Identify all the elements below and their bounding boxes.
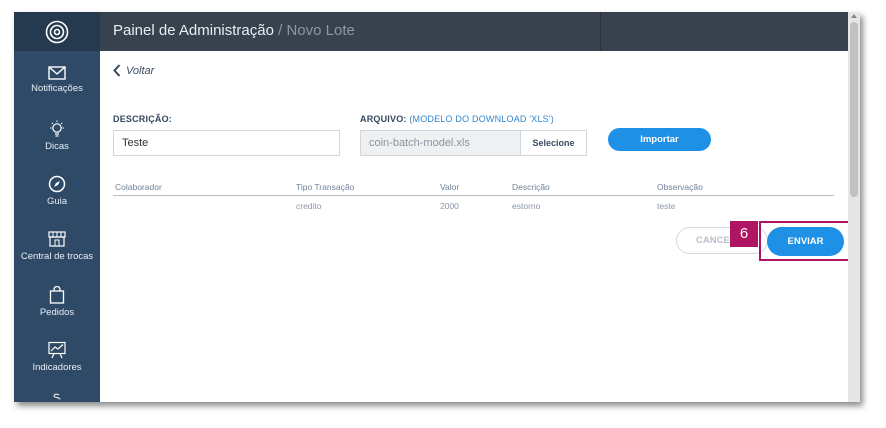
file-label: ARQUIVO: [360, 114, 407, 124]
sidebar-item-pedidos[interactable]: Pedidos [14, 286, 100, 336]
select-file-button[interactable]: Selecione [520, 130, 587, 156]
sidebar-item-label: Guia [46, 196, 68, 207]
cell-tipo-transacao: credito [296, 201, 322, 211]
scroll-up-arrow-icon[interactable] [851, 14, 857, 18]
sidebar-item-label: Dicas [45, 141, 69, 152]
sidebar: Notificações Dicas Guia Central de troca… [14, 12, 100, 402]
file-note: (MODELO DO DOWNLOAD 'XLS') [409, 114, 554, 124]
sidebar-item-guia[interactable]: Guia [14, 175, 100, 225]
page-title-main: Painel de Administração [113, 22, 274, 39]
envelope-icon [48, 66, 66, 80]
sidebar-item-label: Indicadores [32, 362, 82, 373]
description-input[interactable]: Teste [113, 130, 340, 156]
column-header-colaborador: Colaborador [115, 182, 162, 192]
vertical-scrollbar[interactable] [848, 12, 860, 402]
chart-board-icon [48, 341, 66, 359]
dollar-icon [53, 393, 61, 400]
back-label: Voltar [126, 64, 155, 77]
column-header-descricao: Descrição [512, 182, 550, 192]
shopping-bag-icon [49, 286, 65, 304]
table-header-divider [113, 195, 834, 196]
lightbulb-icon [50, 120, 64, 137]
sidebar-item-label: Pedidos [39, 307, 75, 318]
back-link[interactable]: Voltar [113, 64, 154, 77]
column-header-tipo-transacao: Tipo Transação [296, 182, 355, 192]
compass-icon [48, 175, 66, 193]
cell-valor: 2000 [440, 201, 459, 211]
sidebar-item-notificacoes[interactable]: Notificações [14, 66, 100, 116]
step-highlight-box [759, 221, 851, 261]
step-badge: 6 [730, 221, 758, 247]
main-content: Voltar DESCRIÇÃO: Teste ARQUIVO: (MODELO… [100, 51, 851, 402]
file-input[interactable]: coin-batch-model.xls [360, 130, 521, 156]
chevron-left-icon [113, 64, 121, 77]
cell-descricao: estorno [512, 201, 541, 211]
column-header-valor: Valor [440, 182, 460, 192]
top-bar: Painel de Administração / Novo Lote [100, 12, 860, 51]
sidebar-item-dicas[interactable]: Dicas [14, 120, 100, 170]
storefront-icon [48, 231, 66, 247]
topbar-divider [600, 12, 601, 51]
logo-icon [45, 20, 69, 43]
scrollbar-thumb[interactable] [850, 22, 858, 197]
sidebar-item-indicadores[interactable]: Indicadores [14, 341, 100, 391]
sidebar-item-central-de-trocas[interactable]: Central de trocas [14, 230, 100, 280]
sidebar-item-label: Notificações [31, 83, 83, 94]
page-title: Painel de Administração / Novo Lote [113, 22, 355, 39]
description-label: DESCRIÇÃO: [113, 114, 173, 124]
breadcrumb-separator: / [273, 22, 287, 39]
sidebar-item-label: Central de trocas [20, 251, 94, 262]
column-header-observacao: Observação [657, 182, 703, 192]
file-label-group: ARQUIVO: (MODELO DO DOWNLOAD 'XLS') [360, 114, 554, 124]
logo[interactable] [14, 12, 100, 51]
import-button[interactable]: Importar [608, 128, 711, 151]
breadcrumb-current: Novo Lote [286, 22, 355, 39]
cell-observacao: teste [657, 201, 676, 211]
app-window: Notificações Dicas Guia Central de troca… [14, 12, 860, 402]
